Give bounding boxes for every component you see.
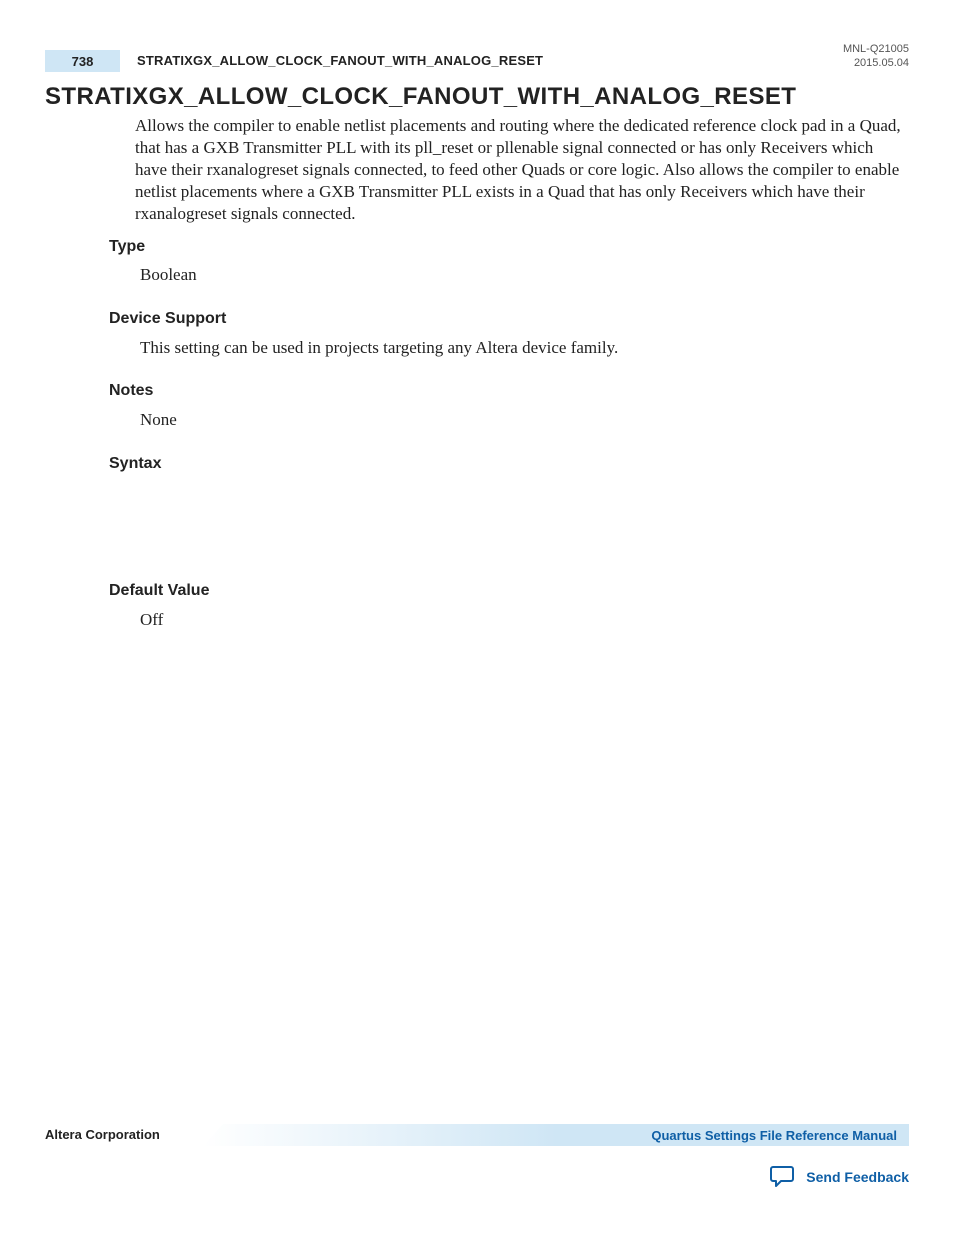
send-feedback-label: Send Feedback xyxy=(806,1169,909,1185)
section-value-notes: None xyxy=(140,410,177,430)
doc-date: 2015.05.04 xyxy=(843,56,909,70)
footer-company: Altera Corporation xyxy=(45,1127,160,1142)
doc-id: MNL-Q21005 xyxy=(843,42,909,56)
section-heading-syntax: Syntax xyxy=(109,455,161,473)
description-paragraph: Allows the compiler to enable netlist pl… xyxy=(135,115,905,225)
page-number: 738 xyxy=(45,50,120,72)
section-value-type: Boolean xyxy=(140,265,197,285)
send-feedback-link[interactable]: Send Feedback xyxy=(770,1165,909,1189)
doc-meta: MNL-Q21005 2015.05.04 xyxy=(843,42,909,71)
running-title: STRATIXGX_ALLOW_CLOCK_FANOUT_WITH_ANALOG… xyxy=(137,53,543,68)
section-heading-default-value: Default Value xyxy=(109,582,209,600)
page-header: 738 STRATIXGX_ALLOW_CLOCK_FANOUT_WITH_AN… xyxy=(0,38,954,68)
footer-manual-link[interactable]: Quartus Settings File Reference Manual xyxy=(203,1124,909,1146)
speech-bubble-icon xyxy=(770,1165,796,1189)
section-value-device-support: This setting can be used in projects tar… xyxy=(140,338,618,358)
section-heading-notes: Notes xyxy=(109,382,153,400)
section-heading-type: Type xyxy=(109,238,145,256)
page-title: STRATIXGX_ALLOW_CLOCK_FANOUT_WITH_ANALOG… xyxy=(45,83,796,111)
page-footer: Altera Corporation Quartus Settings File… xyxy=(45,1124,909,1148)
section-heading-device-support: Device Support xyxy=(109,310,226,328)
section-value-default-value: Off xyxy=(140,610,163,630)
